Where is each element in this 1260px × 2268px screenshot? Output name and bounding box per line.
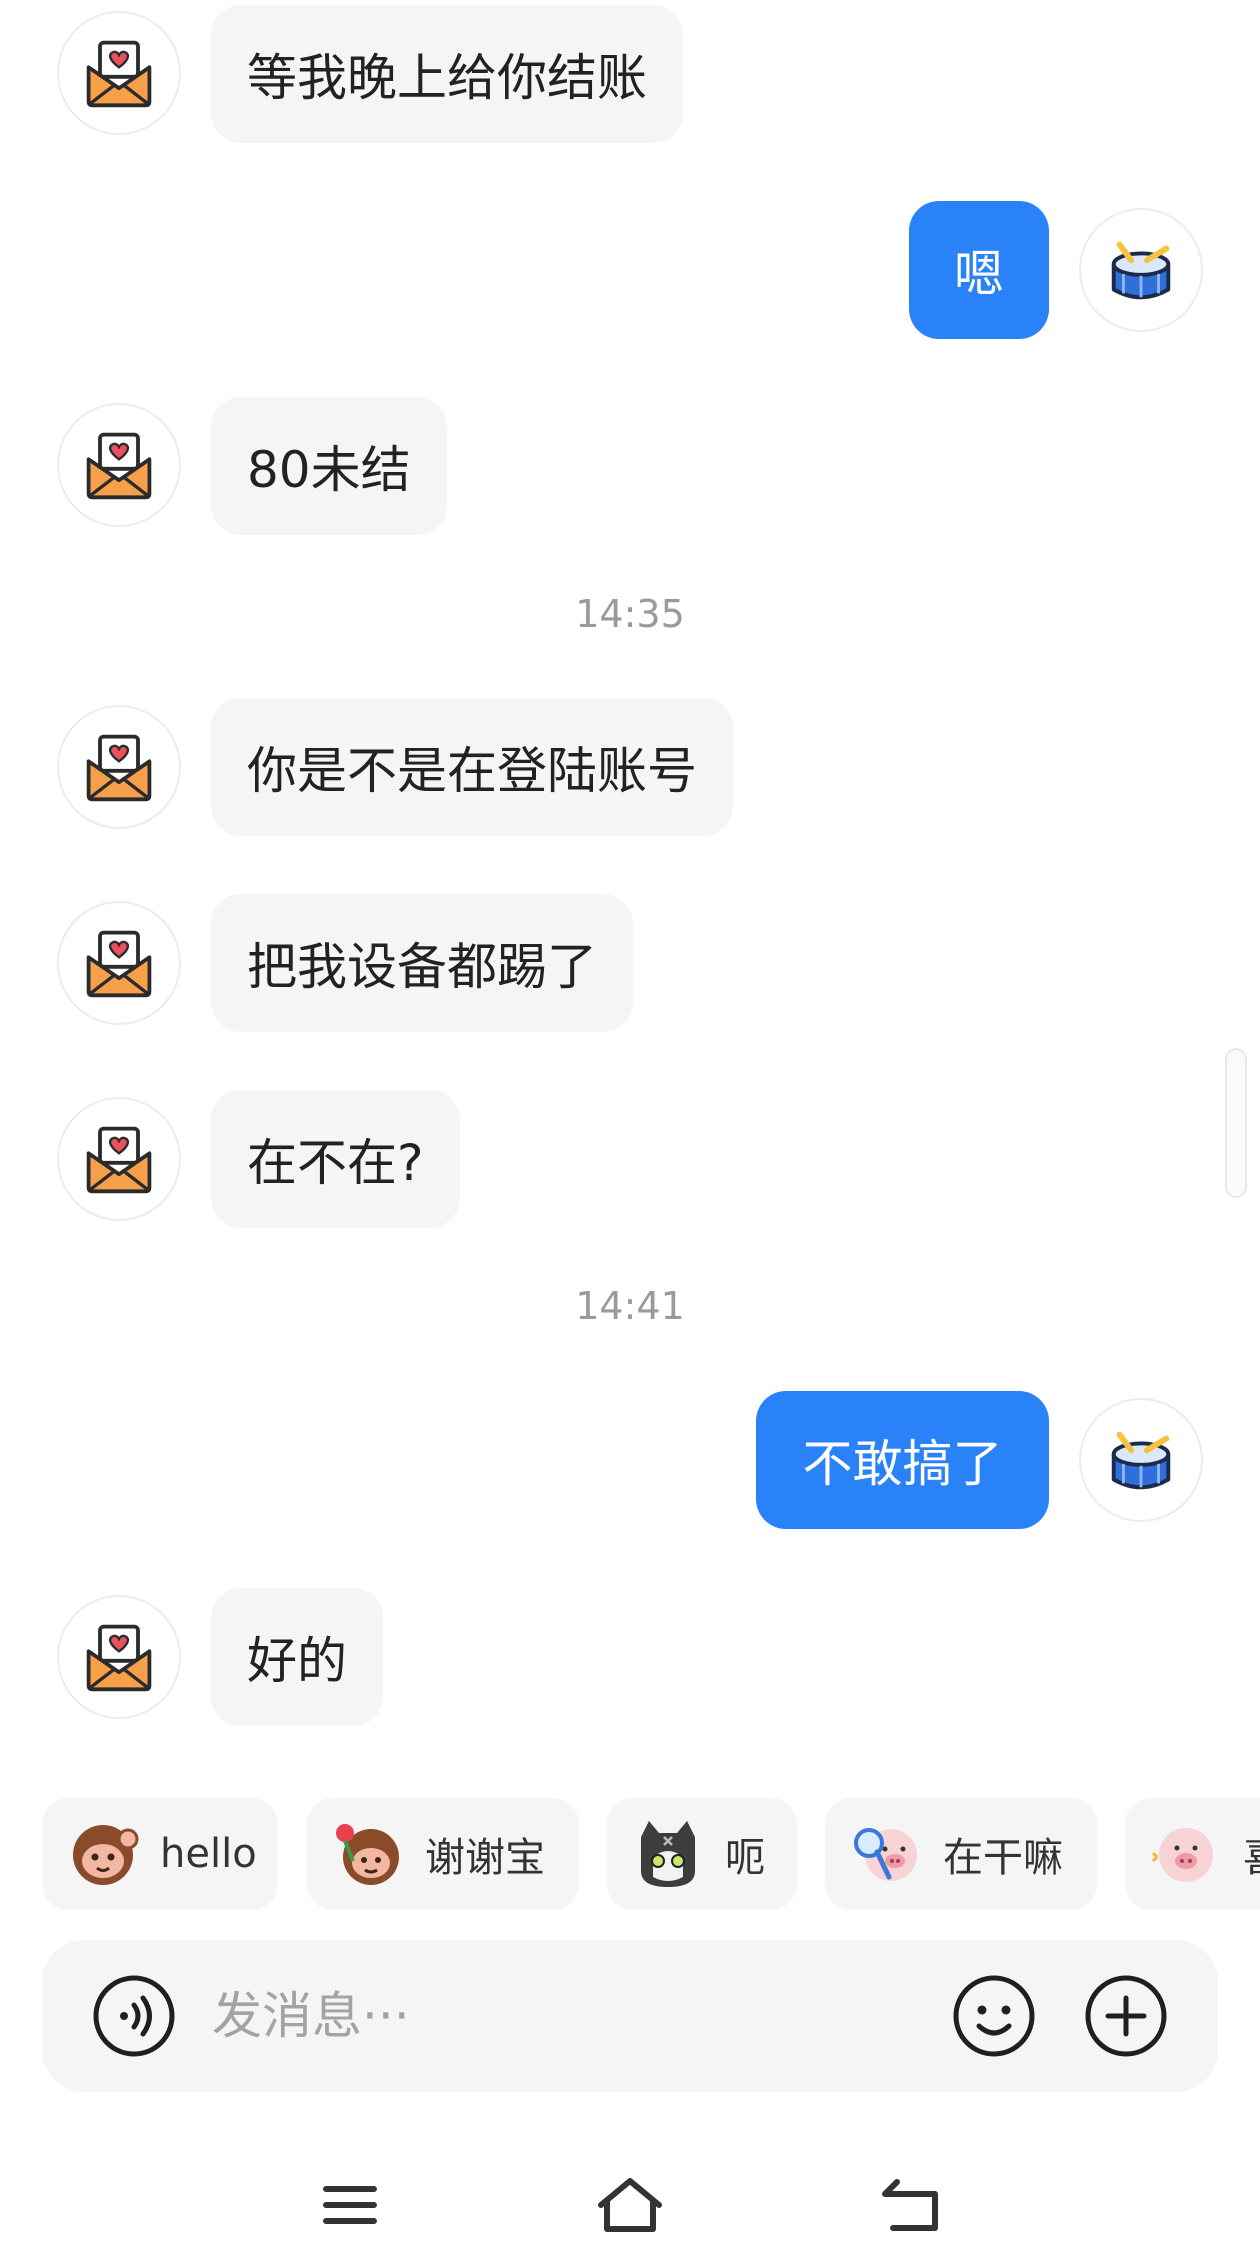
quick-reply-chip[interactable]: 呃 (607, 1798, 797, 1910)
drum-icon (1102, 231, 1180, 309)
nav-back-button[interactable] (870, 2170, 950, 2240)
drum-icon (1102, 1421, 1180, 1499)
monkey-waving-sticker (73, 1825, 139, 1885)
message-text: 嗯 (954, 245, 1004, 303)
quick-reply-label: 谢谢宝 (425, 1835, 545, 1881)
quick-reply-label: 呃 (725, 1835, 765, 1881)
heart-envelope-icon (81, 35, 157, 111)
home-icon (598, 2178, 662, 2232)
message-input[interactable]: 发消息··· (212, 1940, 410, 2092)
message-incoming[interactable]: 把我设备都踢了 (211, 894, 633, 1032)
self-avatar[interactable] (1079, 1398, 1203, 1522)
quick-reply-label: hello (160, 1831, 257, 1877)
message-text: 把我设备都踢了 (247, 938, 597, 996)
message-incoming[interactable]: 在不在? (211, 1090, 460, 1228)
contact-avatar[interactable] (57, 901, 181, 1025)
heart-envelope-icon (81, 729, 157, 805)
monkey-flower-sticker (336, 1824, 399, 1885)
self-avatar[interactable] (1079, 208, 1203, 332)
plus-icon (1085, 1975, 1167, 2057)
message-text: 不敢搞了 (802, 1435, 1003, 1493)
nav-home-button[interactable] (590, 2170, 670, 2240)
quick-reply-label: 喜 (1243, 1825, 1260, 1883)
timestamp: 14:41 (575, 1284, 685, 1328)
contact-avatar[interactable] (57, 403, 181, 527)
heart-envelope-icon (81, 427, 157, 503)
pig-sticker (1151, 1828, 1213, 1882)
quick-reply-label: 在干嘛 (943, 1835, 1063, 1881)
message-incoming[interactable]: 80未结 (211, 397, 447, 535)
emoji-icon (953, 1975, 1035, 2057)
message-text: 80未结 (247, 441, 411, 499)
contact-avatar[interactable] (57, 1595, 181, 1719)
message-incoming[interactable]: 好的 (211, 1588, 383, 1726)
system-navigation-bar (0, 2140, 1260, 2268)
quick-reply-chip[interactable]: 喜 (1125, 1798, 1260, 1910)
plus-button[interactable] (1084, 1974, 1168, 2058)
message-outgoing[interactable]: 不敢搞了 (756, 1391, 1049, 1529)
quick-reply-chip[interactable]: hello (42, 1798, 278, 1910)
message-text: 你是不是在登陆账号 (247, 742, 697, 800)
heart-envelope-icon (81, 1121, 157, 1197)
menu-icon (323, 2186, 377, 2224)
quick-reply-bar[interactable]: hello 谢谢宝 呃 在干嘛 (0, 1798, 1260, 1912)
timestamp: 14:35 (575, 592, 685, 636)
cat-sticker (641, 1821, 695, 1887)
quick-reply-chip[interactable]: 在干嘛 (825, 1798, 1097, 1910)
message-text: 好的 (247, 1632, 347, 1690)
pig-magnifier-sticker (854, 1828, 917, 1881)
heart-envelope-icon (81, 925, 157, 1001)
voice-icon (93, 1975, 175, 2057)
message-text: 在不在? (247, 1134, 424, 1192)
back-icon (882, 2179, 938, 2231)
message-outgoing[interactable]: 嗯 (909, 201, 1049, 339)
quick-reply-chip[interactable]: 谢谢宝 (307, 1798, 579, 1910)
voice-button[interactable] (92, 1974, 176, 2058)
contact-avatar[interactable] (57, 1097, 181, 1221)
message-incoming[interactable]: 等我晚上给你结账 (211, 5, 683, 143)
message-text: 等我晚上给你结账 (247, 49, 647, 107)
contact-avatar[interactable] (57, 705, 181, 829)
message-input-bar: 发消息··· (42, 1940, 1218, 2092)
heart-envelope-icon (81, 1619, 157, 1695)
message-incoming[interactable]: 你是不是在登陆账号 (211, 698, 733, 836)
contact-avatar[interactable] (57, 11, 181, 135)
nav-menu-button[interactable] (310, 2170, 390, 2240)
scrollbar-thumb[interactable] (1225, 1048, 1247, 1198)
emoji-button[interactable] (952, 1974, 1036, 2058)
